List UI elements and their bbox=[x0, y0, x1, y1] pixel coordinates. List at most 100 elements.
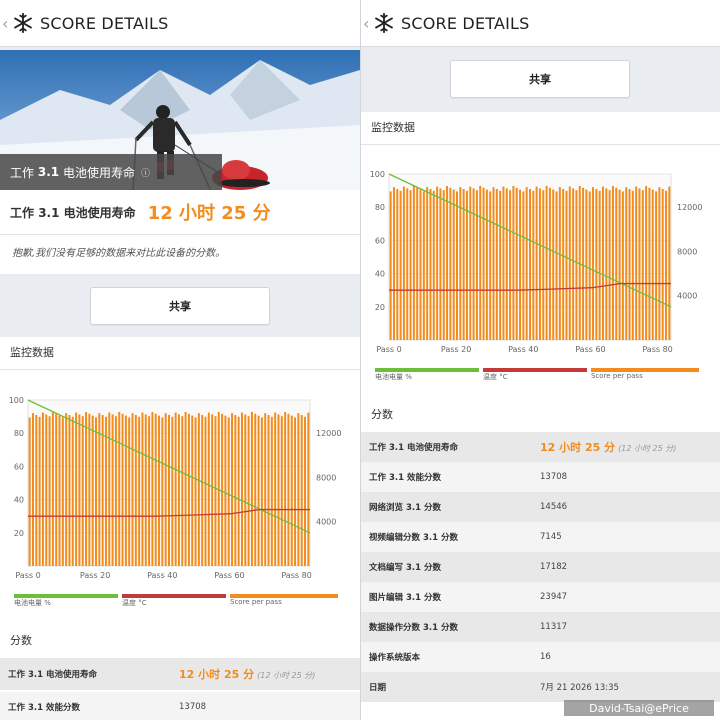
score-bar bbox=[588, 191, 591, 340]
share-button[interactable]: 共享 bbox=[450, 60, 630, 98]
x-tick: Pass 40 bbox=[147, 571, 177, 580]
score-bar bbox=[214, 416, 217, 566]
score-bar bbox=[31, 413, 34, 566]
score-bar bbox=[651, 189, 654, 340]
score-bar bbox=[250, 411, 253, 566]
score-bar bbox=[168, 414, 170, 566]
score-bar bbox=[529, 188, 531, 340]
score-bar bbox=[532, 190, 535, 340]
score-bar bbox=[399, 190, 402, 340]
score-bar bbox=[585, 189, 588, 340]
legend-score-label: Score per pass bbox=[591, 372, 643, 380]
back-chevron-icon[interactable]: ‹ bbox=[363, 14, 371, 33]
x-tick: Pass 80 bbox=[642, 345, 672, 354]
result-row: 工作 3.1 电池使用寿命 12 小时 25 分 bbox=[0, 190, 360, 234]
score-bar bbox=[131, 413, 134, 566]
score-bar bbox=[264, 413, 267, 566]
score-bar bbox=[568, 186, 571, 340]
score-bar bbox=[181, 416, 184, 566]
score-bar bbox=[227, 417, 230, 566]
score-bar bbox=[111, 414, 114, 566]
x-tick: Pass 20 bbox=[80, 571, 110, 580]
score-bar bbox=[260, 417, 263, 566]
score-bar bbox=[555, 191, 558, 340]
score-label: 工作 3.1 电池使用寿命 bbox=[8, 670, 97, 680]
result-label: 工作 3.1 电池使用寿命 bbox=[10, 204, 136, 221]
score-bar bbox=[164, 413, 167, 566]
y-tick-left: 100 bbox=[9, 396, 24, 405]
score-bar bbox=[108, 412, 111, 566]
score-value: 13708 bbox=[540, 472, 568, 482]
score-bar bbox=[254, 413, 257, 566]
y-tick-left: 20 bbox=[14, 529, 24, 538]
score-bar bbox=[48, 416, 51, 566]
score-bar bbox=[625, 187, 628, 340]
score-bar bbox=[85, 411, 88, 566]
info-icon[interactable]: ⓘ bbox=[141, 166, 150, 179]
no-data-note: 抱歉,我们没有足够的数据来对比此设备的分数。 bbox=[0, 234, 360, 273]
score-bar bbox=[78, 414, 81, 566]
legend-temp: 温度 °C bbox=[122, 594, 226, 608]
score-bar bbox=[95, 417, 98, 566]
score-bar bbox=[270, 416, 273, 566]
score-bar bbox=[61, 417, 64, 566]
y-tick-left: 80 bbox=[375, 203, 385, 212]
score-bar bbox=[665, 190, 668, 340]
score-bar bbox=[439, 188, 442, 340]
score-bar bbox=[572, 188, 575, 340]
score-bar bbox=[177, 414, 180, 566]
y-tick-right: 8000 bbox=[677, 247, 697, 256]
score-bar bbox=[429, 188, 432, 340]
score-bar bbox=[28, 417, 31, 566]
table-row: 工作 3.1 效能分数 13708 bbox=[361, 462, 720, 493]
snowflake-icon bbox=[14, 12, 32, 34]
score-value-cell: 12 小时 25 分 (12 小时 25 分) bbox=[540, 439, 676, 455]
score-bar bbox=[545, 185, 548, 340]
hero-image: 工作 3.1 电池使用寿命 ⓘ bbox=[0, 50, 360, 190]
score-bar bbox=[472, 188, 475, 340]
score-bar bbox=[55, 413, 58, 566]
score-bar bbox=[631, 190, 634, 340]
monitor-chart-right: 100 80 60 40 20 12000 8000 4000 Pass 0 Pass 20 Pas… bbox=[361, 158, 720, 362]
score-bar bbox=[267, 414, 270, 566]
x-tick: Pass 60 bbox=[214, 571, 244, 580]
y-tick-left: 80 bbox=[14, 429, 24, 438]
score-bar bbox=[432, 190, 435, 340]
snowflake-icon bbox=[375, 12, 393, 34]
score-bar bbox=[187, 413, 190, 566]
score-label: 工作 3.1 电池使用寿命 bbox=[369, 443, 458, 453]
score-bar bbox=[661, 188, 664, 340]
score-value: 7145 bbox=[540, 532, 562, 542]
table-row: 工作 3.1 电池使用寿命 12 小时 25 分 (12 小时 25 分) bbox=[361, 432, 720, 463]
score-bar bbox=[489, 191, 492, 340]
score-bar bbox=[244, 414, 247, 566]
score-bar bbox=[101, 414, 104, 566]
table-row: 工作 3.1 效能分数 13708 bbox=[0, 692, 360, 720]
legend-battery: 电池电量 % bbox=[14, 594, 118, 608]
score-bar bbox=[459, 187, 462, 340]
score-bar bbox=[207, 412, 210, 566]
score-bar bbox=[307, 412, 310, 566]
hero-caption-version: 3.1 bbox=[37, 165, 60, 179]
back-chevron-icon[interactable]: ‹ bbox=[2, 14, 10, 33]
score-bar bbox=[442, 190, 445, 340]
monitor-title: 监控数据 bbox=[361, 112, 720, 145]
score-bar bbox=[446, 185, 449, 340]
score-bar bbox=[75, 412, 78, 566]
page-header: ‹ SCORE DETAILS bbox=[0, 0, 360, 47]
score-bar bbox=[124, 415, 127, 566]
score-bar bbox=[141, 412, 144, 566]
score-bar bbox=[592, 187, 595, 340]
score-bar bbox=[58, 415, 61, 566]
score-value: 11317 bbox=[540, 622, 568, 632]
score-bar bbox=[274, 412, 277, 566]
monitor-chart-left: 100 80 60 40 20 12000 8000 4000 Pass 0 Pass 20 Pas… bbox=[0, 384, 360, 588]
score-bar bbox=[392, 187, 395, 340]
y-tick-left: 60 bbox=[14, 462, 24, 471]
score-sub: (12 小时 25 分) bbox=[618, 444, 677, 453]
score-bar bbox=[621, 191, 624, 340]
score-bar bbox=[277, 414, 280, 566]
score-bar bbox=[512, 185, 515, 340]
share-button[interactable]: 共享 bbox=[90, 287, 270, 325]
y-tick-left: 60 bbox=[375, 236, 385, 245]
